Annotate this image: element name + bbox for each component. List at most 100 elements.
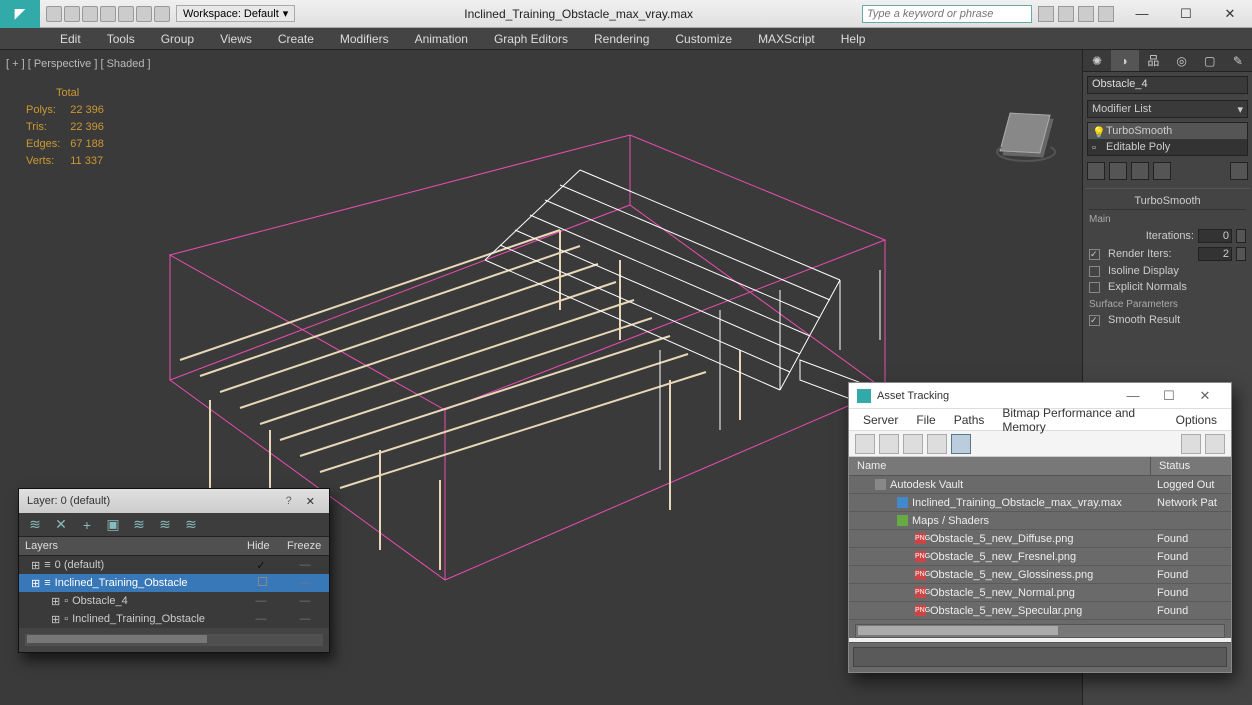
link-icon[interactable] [154, 6, 170, 22]
remove-modifier-button[interactable] [1153, 162, 1171, 180]
modifier-stack[interactable]: 💡TurboSmooth ▫Editable Poly [1087, 122, 1248, 156]
close-button[interactable]: ✕ [1208, 1, 1252, 27]
layer-scrollbar[interactable] [25, 634, 323, 646]
show-end-result-button[interactable] [1109, 162, 1127, 180]
asset-col-status[interactable]: Status [1151, 457, 1231, 475]
layer-highlight-icon[interactable]: ≋ [131, 517, 147, 533]
layer-dialog-help-button[interactable]: ? [278, 495, 300, 507]
asset-grid-icon[interactable] [951, 434, 971, 454]
layer-row[interactable]: ⊞≡0 (default)✓— [19, 556, 329, 574]
tab-hierarchy-icon[interactable]: 品 [1139, 50, 1167, 71]
iterations-spinner-arrows[interactable] [1236, 229, 1246, 243]
help-icon[interactable] [1098, 6, 1114, 22]
menu-create[interactable]: Create [266, 29, 326, 49]
tab-modify-icon[interactable]: ◗ [1111, 50, 1139, 71]
asset-row[interactable]: PNGObstacle_5_new_Specular.pngFound [849, 602, 1231, 620]
layer-row[interactable]: ⊞▫Obstacle_4—— [19, 592, 329, 610]
new-icon[interactable] [46, 6, 62, 22]
save-icon[interactable] [82, 6, 98, 22]
asset-minimize-button[interactable]: — [1115, 388, 1151, 403]
asset-menu-options[interactable]: Options [1168, 411, 1225, 429]
rollout-title[interactable]: TurboSmooth [1089, 193, 1246, 210]
layer-row[interactable]: ⊞≡Inclined_Training_Obstacle— [19, 574, 329, 592]
binoculars-icon[interactable] [1038, 6, 1054, 22]
asset-tree-icon[interactable] [879, 434, 899, 454]
asset-close-button[interactable]: ✕ [1187, 388, 1223, 404]
asset-tracking-dialog[interactable]: Asset Tracking — ☐ ✕ Server File Paths B… [848, 382, 1232, 673]
stack-item-turbosmooth[interactable]: 💡TurboSmooth [1088, 123, 1247, 139]
help-search-input[interactable] [862, 5, 1032, 23]
asset-menu-server[interactable]: Server [855, 411, 906, 429]
menu-graph-editors[interactable]: Graph Editors [482, 29, 580, 49]
menu-customize[interactable]: Customize [663, 29, 744, 49]
asset-menu-bitmap[interactable]: Bitmap Performance and Memory [994, 404, 1165, 436]
tab-utilities-icon[interactable]: ✎ [1224, 50, 1252, 71]
menu-help[interactable]: Help [829, 29, 878, 49]
asset-path-field[interactable] [853, 647, 1227, 667]
layer-row[interactable]: ⊞▫Inclined_Training_Obstacle—— [19, 610, 329, 628]
layer-add-icon[interactable]: + [79, 517, 95, 533]
layer-delete-icon[interactable]: ✕ [53, 517, 69, 533]
asset-row[interactable]: PNGObstacle_5_new_Diffuse.pngFound [849, 530, 1231, 548]
col-layers[interactable]: Layers [19, 537, 241, 555]
make-unique-button[interactable] [1131, 162, 1149, 180]
wrench-icon[interactable] [1058, 6, 1074, 22]
isoline-checkbox[interactable] [1089, 266, 1100, 277]
explicit-normals-checkbox[interactable] [1089, 282, 1100, 293]
col-freeze[interactable]: Freeze [281, 537, 329, 555]
layer-hide-icon[interactable]: ≋ [157, 517, 173, 533]
render-iters-spinner-arrows[interactable] [1236, 247, 1246, 261]
configure-modifier-sets-button[interactable] [1230, 162, 1248, 180]
menu-modifiers[interactable]: Modifiers [328, 29, 401, 49]
asset-row[interactable]: PNGObstacle_5_new_Fresnel.pngFound [849, 548, 1231, 566]
pin-stack-button[interactable] [1087, 162, 1105, 180]
asset-table-icon[interactable] [927, 434, 947, 454]
asset-row[interactable]: Maps / Shaders [849, 512, 1231, 530]
asset-menu-paths[interactable]: Paths [946, 411, 993, 429]
asset-maximize-button[interactable]: ☐ [1151, 388, 1187, 404]
minimize-button[interactable]: — [1120, 1, 1164, 27]
undo-icon[interactable] [100, 6, 116, 22]
star-icon[interactable] [1078, 6, 1094, 22]
menu-views[interactable]: Views [208, 29, 264, 49]
asset-help-icon[interactable] [1205, 434, 1225, 454]
menu-edit[interactable]: Edit [48, 29, 93, 49]
tab-motion-icon[interactable]: ◎ [1168, 50, 1196, 71]
tab-create-icon[interactable]: ✺ [1083, 50, 1111, 71]
asset-row[interactable]: PNGObstacle_5_new_Normal.pngFound [849, 584, 1231, 602]
viewcube[interactable] [990, 98, 1060, 168]
asset-row[interactable]: Autodesk VaultLogged Out [849, 476, 1231, 494]
smooth-result-checkbox[interactable] [1089, 315, 1100, 326]
stack-item-editable-poly[interactable]: ▫Editable Poly [1088, 139, 1247, 155]
workspace-dropdown[interactable]: Workspace: Default▾ [176, 5, 295, 22]
asset-row[interactable]: Inclined_Training_Obstacle_max_vray.maxN… [849, 494, 1231, 512]
menu-group[interactable]: Group [149, 29, 206, 49]
layer-freeze-icon[interactable]: ≋ [183, 517, 199, 533]
viewport-label[interactable]: [ + ] [ Perspective ] [ Shaded ] [6, 58, 151, 70]
layer-manager-dialog[interactable]: Layer: 0 (default) ? ✕ ≋ ✕ + ▣ ≋ ≋ ≋ Lay… [18, 488, 330, 653]
app-logo[interactable]: ◤ [0, 0, 40, 28]
asset-menu-file[interactable]: File [908, 411, 943, 429]
menu-tools[interactable]: Tools [95, 29, 147, 49]
render-iters-spinner[interactable]: 2 [1198, 247, 1232, 261]
col-hide[interactable]: Hide [241, 537, 281, 555]
render-iters-checkbox[interactable] [1089, 249, 1100, 260]
modifier-list-dropdown[interactable]: Modifier List ▾ [1087, 100, 1248, 118]
asset-scrollbar[interactable] [855, 624, 1225, 638]
redo-dropdown-icon[interactable] [118, 6, 134, 22]
layer-dialog-titlebar[interactable]: Layer: 0 (default) ? ✕ [19, 489, 329, 513]
layer-dialog-close-button[interactable]: ✕ [300, 495, 321, 508]
asset-row[interactable]: PNGObstacle_5_new_Glossiness.pngFound [849, 566, 1231, 584]
layer-new-icon[interactable]: ≋ [27, 517, 43, 533]
asset-col-name[interactable]: Name [849, 457, 1151, 475]
redo-icon[interactable] [136, 6, 152, 22]
tab-display-icon[interactable]: ▢ [1196, 50, 1224, 71]
asset-refresh-icon[interactable] [855, 434, 875, 454]
open-icon[interactable] [64, 6, 80, 22]
menu-rendering[interactable]: Rendering [582, 29, 661, 49]
object-name-field[interactable]: Obstacle_4 [1087, 76, 1248, 94]
maximize-button[interactable]: ☐ [1164, 1, 1208, 27]
layer-select-icon[interactable]: ▣ [105, 517, 121, 533]
asset-settings-icon[interactable] [1181, 434, 1201, 454]
menu-animation[interactable]: Animation [403, 29, 480, 49]
